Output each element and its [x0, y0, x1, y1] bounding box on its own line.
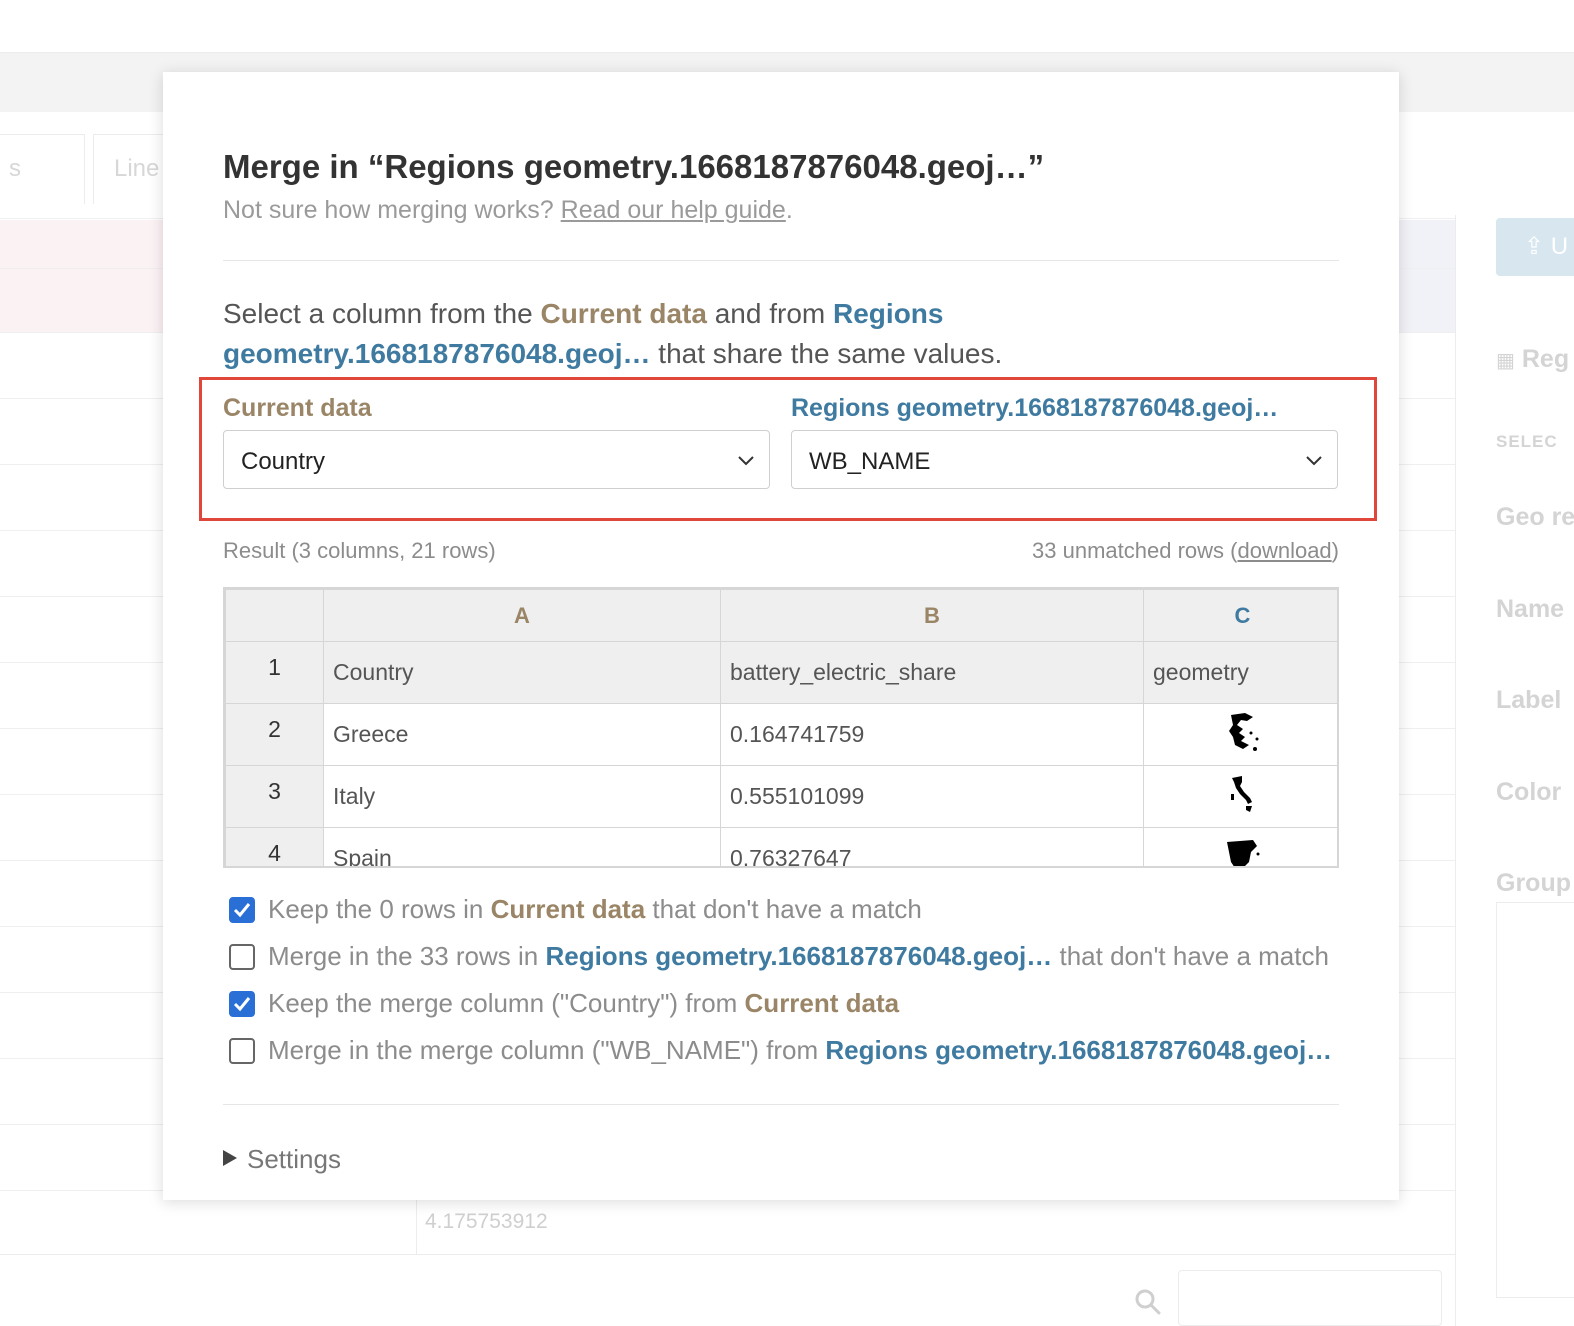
search-input[interactable]	[1178, 1270, 1442, 1326]
intro-text: Select a column from the Current data an…	[223, 298, 1003, 369]
option-label: Merge in the 33 rows in Regions geometry…	[268, 941, 1329, 971]
select-value: Country	[241, 448, 326, 475]
cell	[1143, 765, 1337, 828]
bg-cell-value: 4.175753912	[416, 1200, 556, 1254]
sidebar-section-label: SELEC	[1496, 432, 1558, 451]
checkbox-keep-unmatched-current[interactable]	[229, 897, 255, 923]
cell: battery_electric_share	[720, 641, 1144, 704]
upload-button[interactable]: ⇪ U	[1496, 218, 1574, 276]
bg-row-highlight-2	[1390, 220, 1455, 332]
sidebar-name-label: Name	[1496, 595, 1565, 623]
sidebar-color-label: Color	[1496, 778, 1562, 806]
column-header: C	[1143, 589, 1337, 642]
cell	[1143, 703, 1337, 766]
chevron-down-icon	[738, 456, 754, 466]
settings-toggle[interactable]: Settings	[223, 1144, 341, 1175]
table-row: 4 Spain 0.76327647	[225, 827, 1337, 866]
column-header: A	[323, 589, 721, 642]
italy-shape-icon	[1230, 775, 1252, 812]
table-header-row: A B C	[225, 589, 1337, 642]
divider	[223, 1104, 1339, 1105]
dataset-column-select[interactable]: WB_NAME	[791, 430, 1338, 489]
tab-label: Line	[114, 155, 160, 182]
help-guide-link[interactable]: Read our help guide	[561, 196, 786, 224]
cell: 0.164741759	[720, 703, 1144, 766]
dataset-label: Regions geometry.1668187876048.geoj…	[791, 394, 1279, 422]
result-table: A B C 1 Country battery_electric_share g…	[223, 587, 1339, 868]
sidebar-label-label: Label	[1496, 686, 1562, 714]
chevron-down-icon	[1306, 456, 1322, 466]
checkbox-merge-column-dataset[interactable]	[229, 1038, 255, 1064]
upload-icon: ⇪	[1524, 233, 1545, 260]
row-number: 1	[225, 641, 324, 704]
cell	[1143, 827, 1337, 866]
table-icon: ▦	[1496, 350, 1515, 372]
bg-row-highlight	[0, 220, 170, 332]
tab-bg-2[interactable]: Line	[93, 134, 173, 204]
dialog-title: Merge in “Regions geometry.1668187876048…	[223, 148, 1045, 185]
row-number: 4	[225, 827, 324, 866]
cell: geometry	[1143, 641, 1337, 704]
upload-label: U	[1550, 233, 1569, 260]
select-value: WB_NAME	[809, 448, 931, 475]
cell: 0.76327647	[720, 827, 1144, 866]
help-text: Not sure how merging works? Read our hel…	[223, 196, 793, 224]
current-data-label: Current data	[223, 394, 372, 422]
checkbox-keep-merge-column-current[interactable]	[229, 991, 255, 1017]
option-label: Keep the merge column ("Country") from C…	[268, 988, 900, 1018]
row-number: 2	[225, 703, 324, 766]
result-summary: Result (3 columns, 21 rows)	[223, 538, 496, 563]
tab-bg-1[interactable]: s	[0, 134, 85, 204]
spain-shape-icon	[1226, 839, 1259, 866]
unmatched-rows: 33 unmatched rows (download)	[1032, 538, 1339, 563]
option-label: Merge in the merge column ("WB_NAME") fr…	[268, 1035, 1333, 1065]
tab-label: s	[9, 155, 21, 182]
check-icon	[233, 997, 251, 1012]
table-row: 3 Italy 0.555101099	[225, 765, 1337, 828]
checkbox-merge-unmatched-dataset[interactable]	[229, 944, 255, 970]
sidebar-geo-label: Geo re	[1496, 503, 1574, 531]
merge-dialog: Merge in “Regions geometry.1668187876048…	[163, 72, 1399, 1200]
corner-cell	[225, 589, 324, 642]
table-row: 1 Country battery_electric_share geometr…	[225, 641, 1337, 704]
settings-label: Settings	[247, 1144, 341, 1174]
column-header: B	[720, 589, 1144, 642]
cell: Country	[323, 641, 721, 704]
table-row: 2 Greece 0.164741759	[225, 703, 1337, 766]
current-column-select[interactable]: Country	[223, 430, 770, 489]
row-number: 3	[225, 765, 324, 828]
cell: Spain	[323, 827, 721, 866]
greece-shape-icon	[1228, 712, 1258, 751]
download-link[interactable]: download	[1237, 538, 1331, 563]
check-icon	[233, 903, 251, 918]
sidebar-dataset-label: ▦ Reg	[1496, 345, 1570, 373]
triangle-right-icon	[223, 1150, 237, 1166]
cell: 0.555101099	[720, 765, 1144, 828]
sidebar-group-box	[1496, 902, 1574, 1298]
cell: Greece	[323, 703, 721, 766]
cell: Italy	[323, 765, 721, 828]
sidebar-group-label: Group	[1496, 869, 1571, 897]
search-icon[interactable]	[1134, 1288, 1162, 1316]
divider	[223, 260, 1339, 261]
option-label: Keep the 0 rows in Current data that don…	[268, 894, 922, 924]
